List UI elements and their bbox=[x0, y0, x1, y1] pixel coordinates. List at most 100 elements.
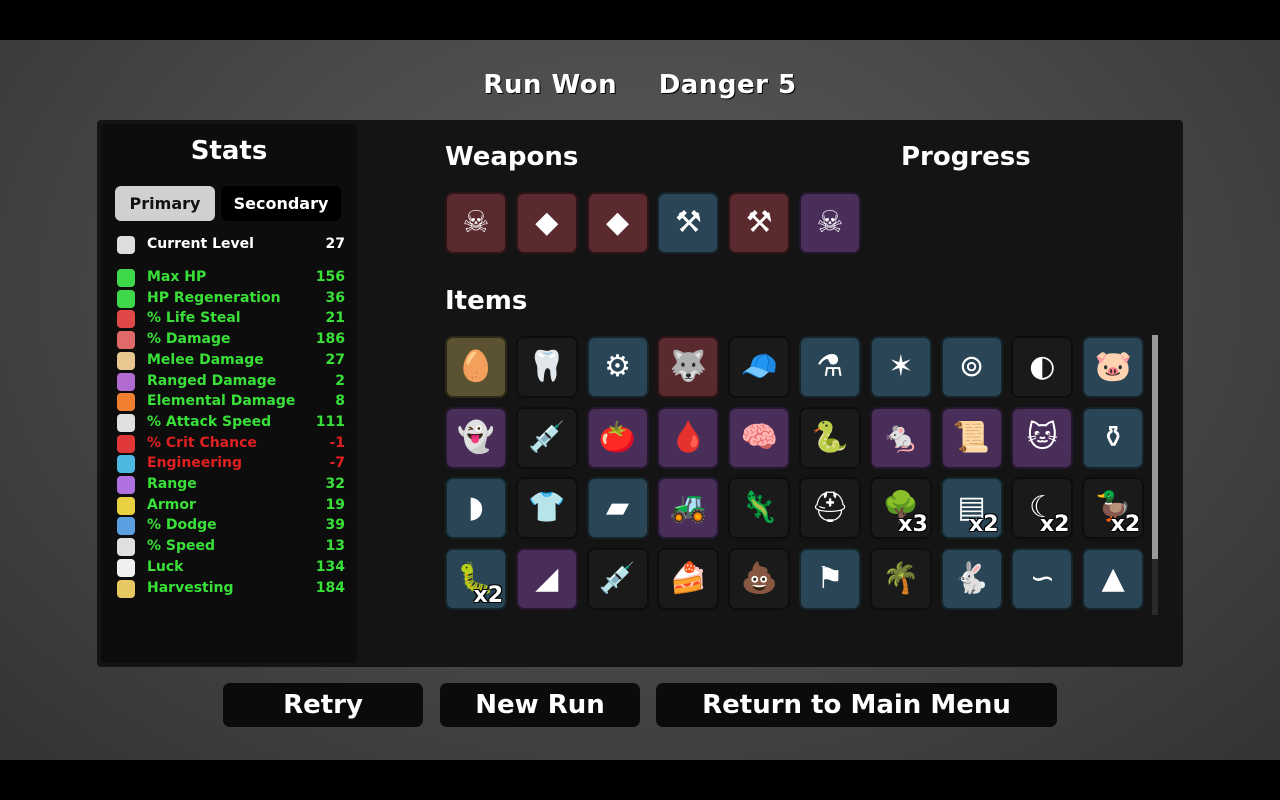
item-slot[interactable]: 🥚 bbox=[445, 336, 507, 398]
stat-value: 2 bbox=[335, 372, 345, 389]
stat-value: 134 bbox=[315, 558, 345, 575]
stat-row: % Crit Chance -1 bbox=[117, 433, 345, 453]
poop-icon: 💩 bbox=[740, 561, 778, 597]
item-slot[interactable]: 💩 bbox=[728, 548, 791, 611]
stat-label: % Damage bbox=[147, 331, 231, 348]
injection-icon: 💉 bbox=[598, 561, 637, 597]
muscle-icon bbox=[117, 331, 135, 350]
palm-tree-icon: 🌴 bbox=[882, 561, 920, 597]
dice-icon bbox=[117, 558, 135, 577]
cake-icon: 🍰 bbox=[669, 561, 708, 597]
item-slot[interactable]: 🐇 bbox=[940, 548, 1003, 611]
stat-value: -1 bbox=[329, 434, 345, 451]
item-slot[interactable]: ∽ bbox=[1011, 548, 1074, 611]
item-slot[interactable]: ⊚ bbox=[940, 336, 1003, 398]
item-slot[interactable]: ⚗ bbox=[799, 336, 861, 398]
retry-button[interactable]: Retry bbox=[223, 683, 423, 727]
item-slot[interactable]: 🦎 bbox=[728, 477, 791, 540]
item-slot[interactable]: 🧠 bbox=[728, 406, 791, 469]
item-slot[interactable]: 🐁 bbox=[869, 406, 932, 469]
weapon-slot[interactable]: ◆ bbox=[586, 192, 649, 254]
ghost-icon: 👻 bbox=[457, 419, 495, 455]
item-slot[interactable]: 🐛 x2 bbox=[445, 548, 507, 611]
egg-icon: 🥚 bbox=[457, 349, 495, 384]
stat-row: Harvesting 184 bbox=[117, 578, 345, 598]
item-slot[interactable]: 🚜 bbox=[657, 477, 720, 540]
item-slot[interactable]: 🐍 bbox=[799, 406, 861, 469]
item-slot[interactable]: 🧢 bbox=[728, 336, 791, 398]
item-slot[interactable]: ▤ x2 bbox=[940, 477, 1003, 540]
item-slot[interactable]: 🦷 bbox=[515, 336, 578, 398]
weapon-slot[interactable]: ⚒ bbox=[657, 192, 720, 254]
items-scrollbar[interactable] bbox=[1152, 335, 1158, 615]
item-slot[interactable]: ⚙ bbox=[586, 336, 649, 398]
item-slot[interactable]: ◗ bbox=[445, 477, 507, 540]
stat-row: % Speed 13 bbox=[117, 536, 345, 557]
stat-value: 36 bbox=[325, 289, 345, 306]
item-slot[interactable]: 🍅 bbox=[586, 406, 649, 469]
fin-icon: ◢ bbox=[535, 561, 559, 597]
item-slot[interactable]: 🦆 x2 bbox=[1082, 477, 1145, 540]
weapon-slot[interactable]: ☠ bbox=[445, 192, 507, 254]
item-slot[interactable]: 🐱 bbox=[1011, 406, 1074, 469]
stat-label: HP Regeneration bbox=[147, 289, 281, 306]
skull-axe-icon: ☠ bbox=[462, 205, 490, 240]
item-slot[interactable]: 👕 bbox=[515, 477, 578, 540]
range-icon bbox=[117, 476, 135, 494]
stat-value: 21 bbox=[325, 310, 345, 327]
tab-primary[interactable]: Primary bbox=[115, 186, 215, 221]
weapon-slot[interactable]: ◆ bbox=[515, 192, 578, 254]
item-slot[interactable]: ✶ bbox=[869, 336, 932, 398]
item-slot[interactable]: 🐺 bbox=[657, 336, 720, 398]
item-slot[interactable]: ☾ x2 bbox=[1011, 477, 1074, 540]
stat-row: Ranged Damage 2 bbox=[117, 371, 345, 391]
weapon-slot[interactable]: ⚒ bbox=[728, 192, 791, 254]
lucky-cat-icon: 🐱 bbox=[1026, 419, 1059, 455]
item-slot[interactable]: ⚑ bbox=[799, 548, 861, 611]
bow-icon bbox=[117, 372, 135, 391]
stat-row: Max HP 156 bbox=[117, 267, 345, 287]
axe-icon: ⚒ bbox=[674, 205, 702, 240]
brain-icon: 🧠 bbox=[740, 419, 778, 455]
item-slot[interactable]: 🐷 bbox=[1082, 336, 1145, 398]
item-slot[interactable]: 👻 bbox=[445, 406, 507, 469]
stat-value: 32 bbox=[325, 476, 345, 492]
scroll-icon: 📜 bbox=[952, 419, 991, 455]
stat-value: 39 bbox=[325, 517, 345, 534]
item-slot[interactable]: 💉 bbox=[515, 406, 578, 469]
main-menu-button[interactable]: Return to Main Menu bbox=[656, 683, 1057, 727]
item-slot[interactable]: ▰ bbox=[586, 477, 649, 540]
weapon-slot[interactable]: ☠ bbox=[799, 192, 861, 254]
item-slot[interactable]: ◐ bbox=[1011, 336, 1074, 398]
stat-label: Current Level bbox=[147, 236, 254, 252]
stat-row: Range 32 bbox=[117, 474, 345, 494]
item-slot[interactable]: ▲ bbox=[1082, 548, 1145, 611]
sleeping-bag-icon: ▰ bbox=[606, 490, 630, 526]
wheat-icon bbox=[117, 579, 135, 598]
item-slot[interactable]: 🌳 x3 bbox=[869, 477, 932, 540]
stat-row: % Attack Speed 111 bbox=[117, 412, 345, 432]
item-slot[interactable]: 🩸 bbox=[657, 406, 720, 469]
mouse-icon: 🐁 bbox=[882, 419, 920, 455]
tractor-icon: 🚜 bbox=[669, 490, 708, 526]
propeller-hat-icon: 🧢 bbox=[740, 349, 778, 384]
stat-label: Ranged Damage bbox=[147, 372, 277, 389]
item-slot[interactable]: 🍰 bbox=[657, 548, 720, 611]
dodge-icon bbox=[117, 517, 135, 536]
item-slot[interactable]: ⛑ bbox=[799, 477, 861, 540]
item-slot[interactable]: ◢ bbox=[515, 548, 578, 611]
items-scrollbar-thumb[interactable] bbox=[1152, 335, 1158, 559]
item-slot[interactable]: 💉 bbox=[586, 548, 649, 611]
wrench-icon bbox=[117, 455, 135, 474]
item-slot[interactable]: ⚱ bbox=[1082, 406, 1145, 469]
stats-panel: Stats Primary Secondary Current Level 27 M… bbox=[101, 124, 357, 663]
armor-plate-icon: ◗ bbox=[468, 490, 484, 526]
tab-secondary[interactable]: Secondary bbox=[221, 186, 341, 221]
stat-label: Range bbox=[147, 476, 197, 492]
stat-label: % Attack Speed bbox=[147, 413, 272, 430]
item-slot[interactable]: 🌴 bbox=[869, 548, 932, 611]
item-slot[interactable]: 📜 bbox=[940, 406, 1003, 469]
stat-label: Melee Damage bbox=[147, 351, 264, 368]
stack-count: x3 bbox=[898, 512, 928, 538]
new-run-button[interactable]: New Run bbox=[440, 683, 640, 727]
